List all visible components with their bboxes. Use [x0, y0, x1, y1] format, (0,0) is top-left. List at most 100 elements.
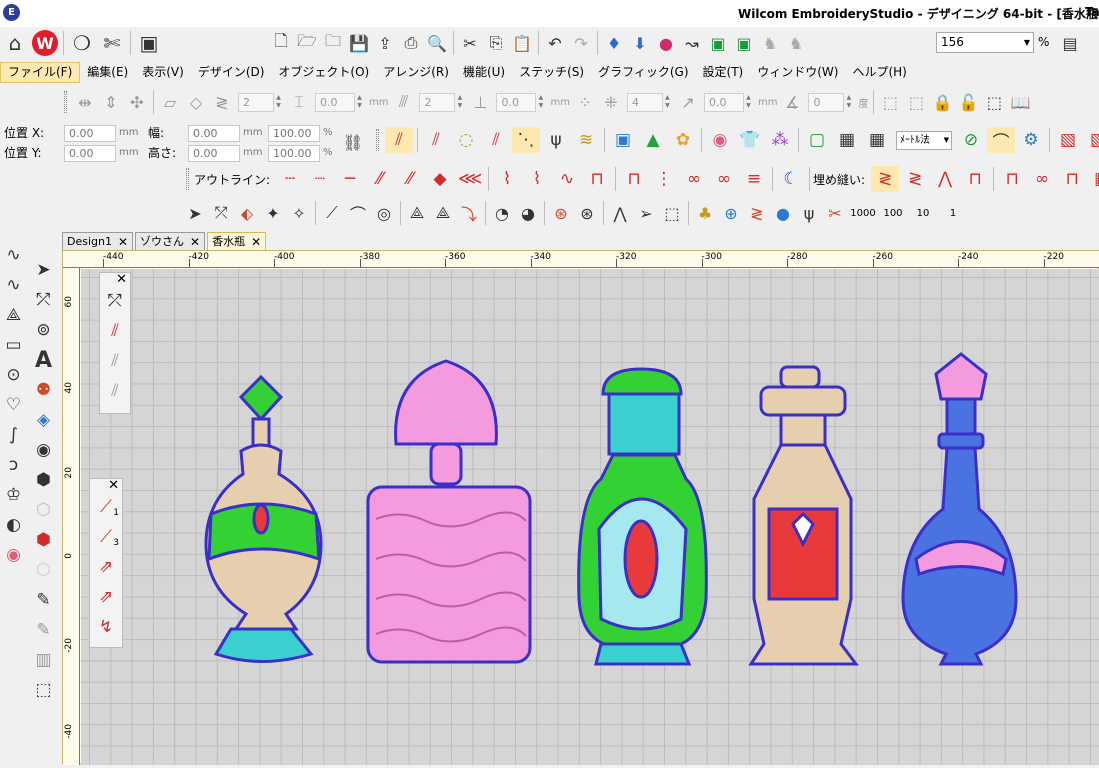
- satin-icon[interactable]: ⫽: [102, 316, 128, 346]
- hatch-icon[interactable]: ▧: [1054, 127, 1082, 153]
- fill-zigzag-2-icon[interactable]: ≷: [901, 166, 929, 192]
- proportion-lock-icon[interactable]: ⛓: [340, 129, 366, 155]
- run-3-icon[interactable]: ⟋ 3: [93, 522, 119, 552]
- convert-icon[interactable]: ⫽: [102, 346, 128, 376]
- diamond-outline-icon[interactable]: ◆: [426, 166, 454, 192]
- shapes-icon[interactable]: ▲: [639, 127, 667, 153]
- spin-6-value[interactable]: 0.0: [703, 92, 744, 112]
- hexagon-red-icon[interactable]: ⬢: [31, 525, 57, 555]
- spin-arrows-icon[interactable]: ▲ ▼: [274, 94, 283, 110]
- ruler-vertical[interactable]: 60 40 20 0 -20 -40: [63, 268, 80, 765]
- spin-arrows-icon[interactable]: ▲ ▼: [844, 94, 853, 110]
- spin-7[interactable]: 0 ▲ ▼: [808, 91, 853, 113]
- rectangle-icon[interactable]: ▭: [1, 330, 27, 360]
- menu-view[interactable]: 表示(V): [135, 62, 191, 83]
- dash-outline-2-icon[interactable]: ┈: [306, 166, 334, 192]
- open-folder-icon[interactable]: 🗁: [294, 30, 320, 56]
- stemstitch-icon[interactable]: ⇗: [93, 582, 119, 612]
- spin-4-value[interactable]: 0.0: [496, 92, 537, 112]
- fill-zigzag-3-icon[interactable]: ⋀: [931, 166, 959, 192]
- menu-edit[interactable]: 編集(E): [80, 62, 135, 83]
- circle-split-icon[interactable]: ⊛: [548, 200, 574, 226]
- home-icon[interactable]: ⌂: [0, 29, 30, 57]
- arc-tool-icon[interactable]: ⌒: [345, 200, 371, 226]
- sequence-3-icon[interactable]: ≷: [744, 200, 770, 226]
- menu-settings[interactable]: 設定(T): [696, 62, 751, 83]
- paste-icon[interactable]: 📋: [509, 30, 535, 56]
- hoop-icon[interactable]: ❍: [67, 29, 97, 57]
- appliqué-icon[interactable]: ♔: [1, 480, 27, 510]
- reshape-icon[interactable]: ⤱: [31, 285, 57, 315]
- knife-2-icon[interactable]: ✎: [31, 615, 57, 645]
- spin-3[interactable]: 2 ▲ ▼: [419, 91, 464, 113]
- shapes-icon[interactable]: ♡: [1, 390, 27, 420]
- perfume-bottle-1[interactable]: [204, 374, 323, 663]
- mirror-v-icon[interactable]: ⇕: [98, 89, 124, 115]
- spin-5[interactable]: 4 ▲ ▼: [626, 91, 672, 113]
- star-icon[interactable]: ✿: [669, 127, 697, 153]
- redo-icon[interactable]: ↷: [568, 30, 594, 56]
- menu-design[interactable]: デザイン(D): [191, 62, 272, 83]
- spin-2[interactable]: 0.0 ▲ ▼: [315, 91, 364, 113]
- group-icon[interactable]: ⬚: [877, 89, 903, 115]
- print-icon[interactable]: ⎙: [398, 30, 424, 56]
- array-2-icon[interactable]: ⁜: [598, 89, 624, 115]
- undo-icon[interactable]: ↶: [542, 30, 568, 56]
- wave-outline-3-icon[interactable]: ∿: [553, 166, 581, 192]
- density-100[interactable]: 100: [878, 208, 908, 219]
- align-icon[interactable]: ✣: [124, 89, 150, 115]
- perfume-bottle-4[interactable]: [748, 365, 859, 666]
- hexagon-icon[interactable]: ⬢: [31, 465, 57, 495]
- elephant-icon[interactable]: ◉: [706, 127, 734, 153]
- spin-7-value[interactable]: 0: [808, 92, 845, 112]
- split-2-icon[interactable]: ◕: [515, 200, 541, 226]
- offset-icon[interactable]: ↗: [675, 89, 701, 115]
- shirt-icon[interactable]: 👕: [736, 127, 764, 153]
- perfume-bottle-5[interactable]: [901, 352, 1018, 666]
- node-tool-2-icon[interactable]: ⟁: [430, 200, 456, 226]
- star-select-icon[interactable]: ✦: [260, 200, 286, 226]
- select-icon[interactable]: ⬚: [981, 89, 1007, 115]
- fill-loop-icon[interactable]: ∞: [1028, 166, 1056, 192]
- spin-1-value[interactable]: 2: [238, 92, 274, 112]
- tab-elephant[interactable]: ゾウさん ✕: [135, 232, 206, 250]
- open-recent-icon[interactable]: 🗀: [320, 30, 346, 56]
- target-icon[interactable]: ◉: [31, 435, 57, 465]
- scale-width-input[interactable]: 100.00: [268, 125, 320, 142]
- arrow-shape-icon[interactable]: ➢: [633, 200, 659, 226]
- run-1-icon[interactable]: ⟋ 1: [93, 492, 119, 522]
- copy-icon[interactable]: ⎘: [483, 30, 509, 56]
- tab-perfume-bottle[interactable]: 香水瓶 ✕: [207, 232, 267, 250]
- magnifier-icon[interactable]: ⊚: [31, 315, 57, 345]
- thread-icon[interactable]: ♦: [601, 30, 627, 56]
- pos-x-input[interactable]: 0.00: [64, 125, 116, 142]
- satin-stitch-icon[interactable]: ⫽: [385, 127, 413, 153]
- spin-6[interactable]: 0.0 ▲ ▼: [703, 91, 753, 113]
- select-arrow-icon[interactable]: ➤: [31, 255, 57, 285]
- feather-stitch-icon[interactable]: ⫽: [482, 127, 510, 153]
- rotate-icon[interactable]: ◇: [183, 89, 209, 115]
- design-canvas[interactable]: [81, 269, 1099, 765]
- feather-outline-icon[interactable]: ⋘: [456, 166, 484, 192]
- curve-tool-icon[interactable]: ⤵: [456, 200, 482, 226]
- fish-icon[interactable]: ≋: [572, 127, 600, 153]
- run-stitch-icon[interactable]: ⋱: [512, 127, 540, 153]
- density-1000[interactable]: 1000: [848, 208, 878, 219]
- book-icon[interactable]: 📖: [1007, 89, 1033, 115]
- spacing-icon[interactable]: ⫻: [390, 89, 416, 115]
- reshape-icon[interactable]: ⤱: [208, 200, 234, 226]
- pattern-icon[interactable]: ◐: [1, 510, 27, 540]
- spin-arrows-icon[interactable]: ▲ ▼: [455, 94, 464, 110]
- wave-outline-2-icon[interactable]: ⌇: [523, 166, 551, 192]
- perfume-bottle-3[interactable]: [577, 367, 708, 666]
- spin-arrows-icon[interactable]: ▲ ▼: [355, 94, 364, 110]
- motif-icon[interactable]: ψ: [542, 127, 570, 153]
- menu-object[interactable]: オブジェクト(O): [271, 62, 376, 83]
- dash-outline-icon[interactable]: ┄: [276, 166, 304, 192]
- spool-icon[interactable]: ●: [770, 200, 796, 226]
- hexagon-2-icon[interactable]: ⬡: [31, 495, 57, 525]
- width-input[interactable]: 0.00: [188, 125, 240, 142]
- color-select-icon[interactable]: ⬖: [234, 200, 260, 226]
- spin-1[interactable]: 2 ▲ ▼: [238, 91, 283, 113]
- column-icon[interactable]: ↄ: [1, 450, 27, 480]
